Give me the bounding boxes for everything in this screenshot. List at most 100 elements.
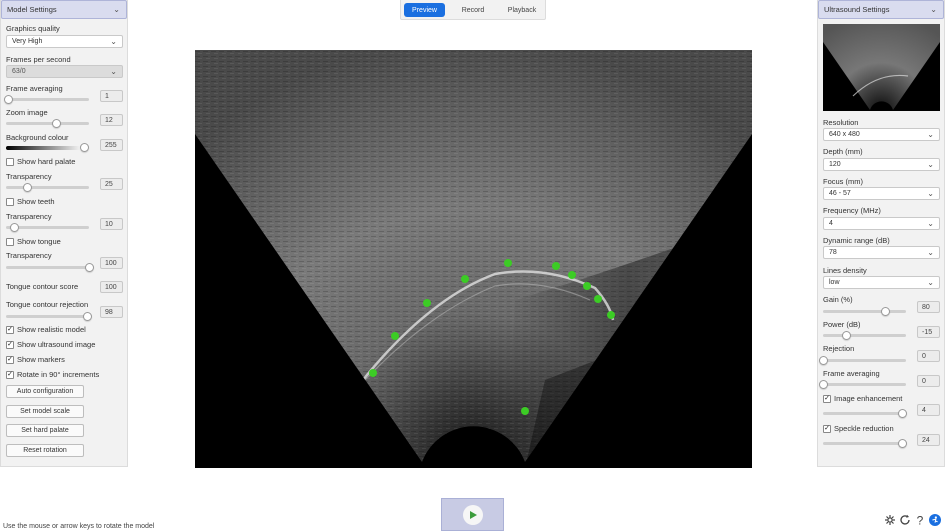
dynamic-range-select[interactable]: 78 ⌄	[823, 246, 940, 259]
help-icon[interactable]: ?	[914, 514, 926, 526]
speckle-reduction-input[interactable]: 24	[917, 434, 940, 446]
chevron-down-icon[interactable]: ⌄	[930, 5, 937, 14]
tongue-contour-rejection-input[interactable]: 98	[100, 306, 123, 318]
chevron-down-icon: ⌄	[110, 37, 117, 46]
power-handle[interactable]	[842, 331, 852, 340]
accessibility-icon[interactable]	[929, 514, 941, 526]
play-button[interactable]	[441, 498, 504, 531]
checkbox[interactable]	[6, 157, 14, 166]
checkbox[interactable]: ✓	[6, 355, 14, 364]
rejection-handle[interactable]	[819, 356, 828, 365]
image-enhancement-toggle[interactable]: ✓ Image enhancement	[823, 394, 902, 403]
frame-averaging-slider[interactable]	[819, 380, 906, 389]
transparency-3-input[interactable]: 100	[100, 257, 123, 269]
show-tongue-toggle[interactable]: Show tongue	[6, 237, 61, 246]
ultrasound-settings-header[interactable]: Ultrasound Settings ⌄	[818, 0, 944, 19]
show-realistic-model-toggle[interactable]: ✓ Show realistic model	[6, 325, 86, 334]
transparency-1-slider[interactable]	[6, 183, 89, 192]
background-colour-slider[interactable]	[6, 143, 89, 152]
speckle-reduction-toggle[interactable]: ✓ Speckle reduction	[823, 424, 894, 433]
dynamic-range-label: Dynamic range (dB)	[823, 236, 890, 245]
gain-input[interactable]: 80	[917, 301, 940, 313]
tongue-contour-rejection-handle[interactable]	[83, 312, 93, 321]
marker-point	[521, 407, 529, 415]
image-enhancement-handle[interactable]	[897, 409, 907, 418]
chevron-down-icon: ⌄	[110, 67, 117, 76]
model-settings-header[interactable]: Model Settings ⌄	[1, 0, 127, 19]
rotate-90-toggle[interactable]: ✓ Rotate in 90° increments	[6, 370, 99, 379]
image-enhancement-slider[interactable]	[823, 409, 907, 418]
zoom-image-input[interactable]: 12	[100, 114, 123, 126]
zoom-image-slider[interactable]	[6, 119, 89, 128]
dynamic-range-value: 78	[829, 249, 837, 256]
frame-averaging-input[interactable]: 0	[917, 375, 940, 387]
show-markers-toggle[interactable]: ✓ Show markers	[6, 355, 65, 364]
fps-select: 63/0 ⌄	[6, 65, 123, 78]
rejection-slider[interactable]	[819, 356, 906, 365]
show-ultrasound-image-toggle[interactable]: ✓ Show ultrasound image	[6, 340, 95, 349]
tab-record[interactable]: Record	[453, 3, 493, 17]
transparency-3-handle[interactable]	[85, 263, 94, 272]
show-hard-palate-toggle[interactable]: Show hard palate	[6, 157, 75, 166]
play-icon	[462, 504, 483, 525]
marker-point	[568, 271, 576, 279]
checkbox[interactable]: ✓	[6, 370, 14, 379]
graphics-quality-select[interactable]: Very High ⌄	[6, 35, 123, 48]
focus-select[interactable]: 46 - 57 ⌄	[823, 187, 940, 200]
marker-point	[461, 275, 469, 283]
chevron-down-icon: ⌄	[927, 248, 934, 257]
transparency-2-slider[interactable]	[6, 223, 89, 232]
reset-rotation-button[interactable]: Reset rotation	[6, 444, 84, 457]
background-colour-handle[interactable]	[80, 143, 89, 152]
frame-averaging-handle[interactable]	[819, 380, 828, 389]
frequency-select[interactable]: 4 ⌄	[823, 217, 940, 230]
transparency-3-slider[interactable]	[6, 263, 94, 272]
tab-playback[interactable]: Playback	[501, 3, 543, 17]
checkbox[interactable]: ✓	[823, 424, 831, 433]
refresh-icon[interactable]	[899, 514, 911, 526]
show-markers-label: Show markers	[17, 355, 65, 364]
ultrasound-thumbnail	[823, 24, 940, 111]
frame-averaging-input[interactable]: 1	[100, 90, 123, 102]
transparency-1-handle[interactable]	[22, 183, 32, 192]
speckle-reduction-label: Speckle reduction	[834, 424, 894, 433]
gain-handle[interactable]	[881, 307, 891, 316]
checkbox[interactable]: ✓	[6, 340, 14, 349]
power-input[interactable]: -15	[917, 326, 940, 338]
transparency-2-input[interactable]: 10	[100, 218, 123, 230]
frame-averaging-label: Frame averaging	[823, 369, 880, 378]
speckle-reduction-slider[interactable]	[823, 439, 907, 448]
gain-slider[interactable]	[823, 307, 906, 316]
speckle-reduction-handle[interactable]	[897, 439, 907, 448]
background-colour-input[interactable]: 255	[100, 139, 123, 151]
set-model-scale-button[interactable]: Set model scale	[6, 405, 84, 418]
lines-density-select[interactable]: low ⌄	[823, 276, 940, 289]
frame-averaging-handle[interactable]	[3, 95, 13, 104]
graphics-quality-value: Very High	[12, 38, 43, 45]
set-hard-palate-button[interactable]: Set hard palate	[6, 424, 84, 437]
image-enhancement-input[interactable]: 4	[917, 404, 940, 416]
tongue-contour-rejection-slider[interactable]	[6, 312, 93, 321]
checkbox[interactable]: ✓	[823, 394, 831, 403]
checkbox[interactable]	[6, 237, 14, 246]
show-teeth-toggle[interactable]: Show teeth	[6, 197, 55, 206]
checkbox[interactable]: ✓	[6, 325, 14, 334]
frequency-value: 4	[829, 220, 833, 227]
transparency-1-input[interactable]: 25	[100, 178, 123, 190]
focus-value: 46 - 57	[829, 190, 851, 197]
checkbox[interactable]	[6, 197, 14, 206]
ultrasound-viewport[interactable]	[195, 50, 752, 468]
rejection-input[interactable]: 0	[917, 350, 940, 362]
power-slider[interactable]	[823, 331, 906, 340]
settings-icon[interactable]	[884, 514, 896, 526]
zoom-image-handle[interactable]	[51, 119, 61, 128]
show-hard-palate-label: Show hard palate	[17, 157, 76, 166]
depth-select[interactable]: 120 ⌄	[823, 158, 940, 171]
transparency-2-handle[interactable]	[10, 223, 20, 232]
auto-configuration-button[interactable]: Auto configuration	[6, 385, 84, 398]
chevron-down-icon[interactable]: ⌄	[113, 5, 120, 14]
tab-preview[interactable]: Preview	[404, 3, 445, 17]
resolution-select[interactable]: 640 x 480 ⌄	[823, 128, 940, 141]
depth-value: 120	[829, 161, 841, 168]
frame-averaging-slider[interactable]	[3, 95, 89, 104]
